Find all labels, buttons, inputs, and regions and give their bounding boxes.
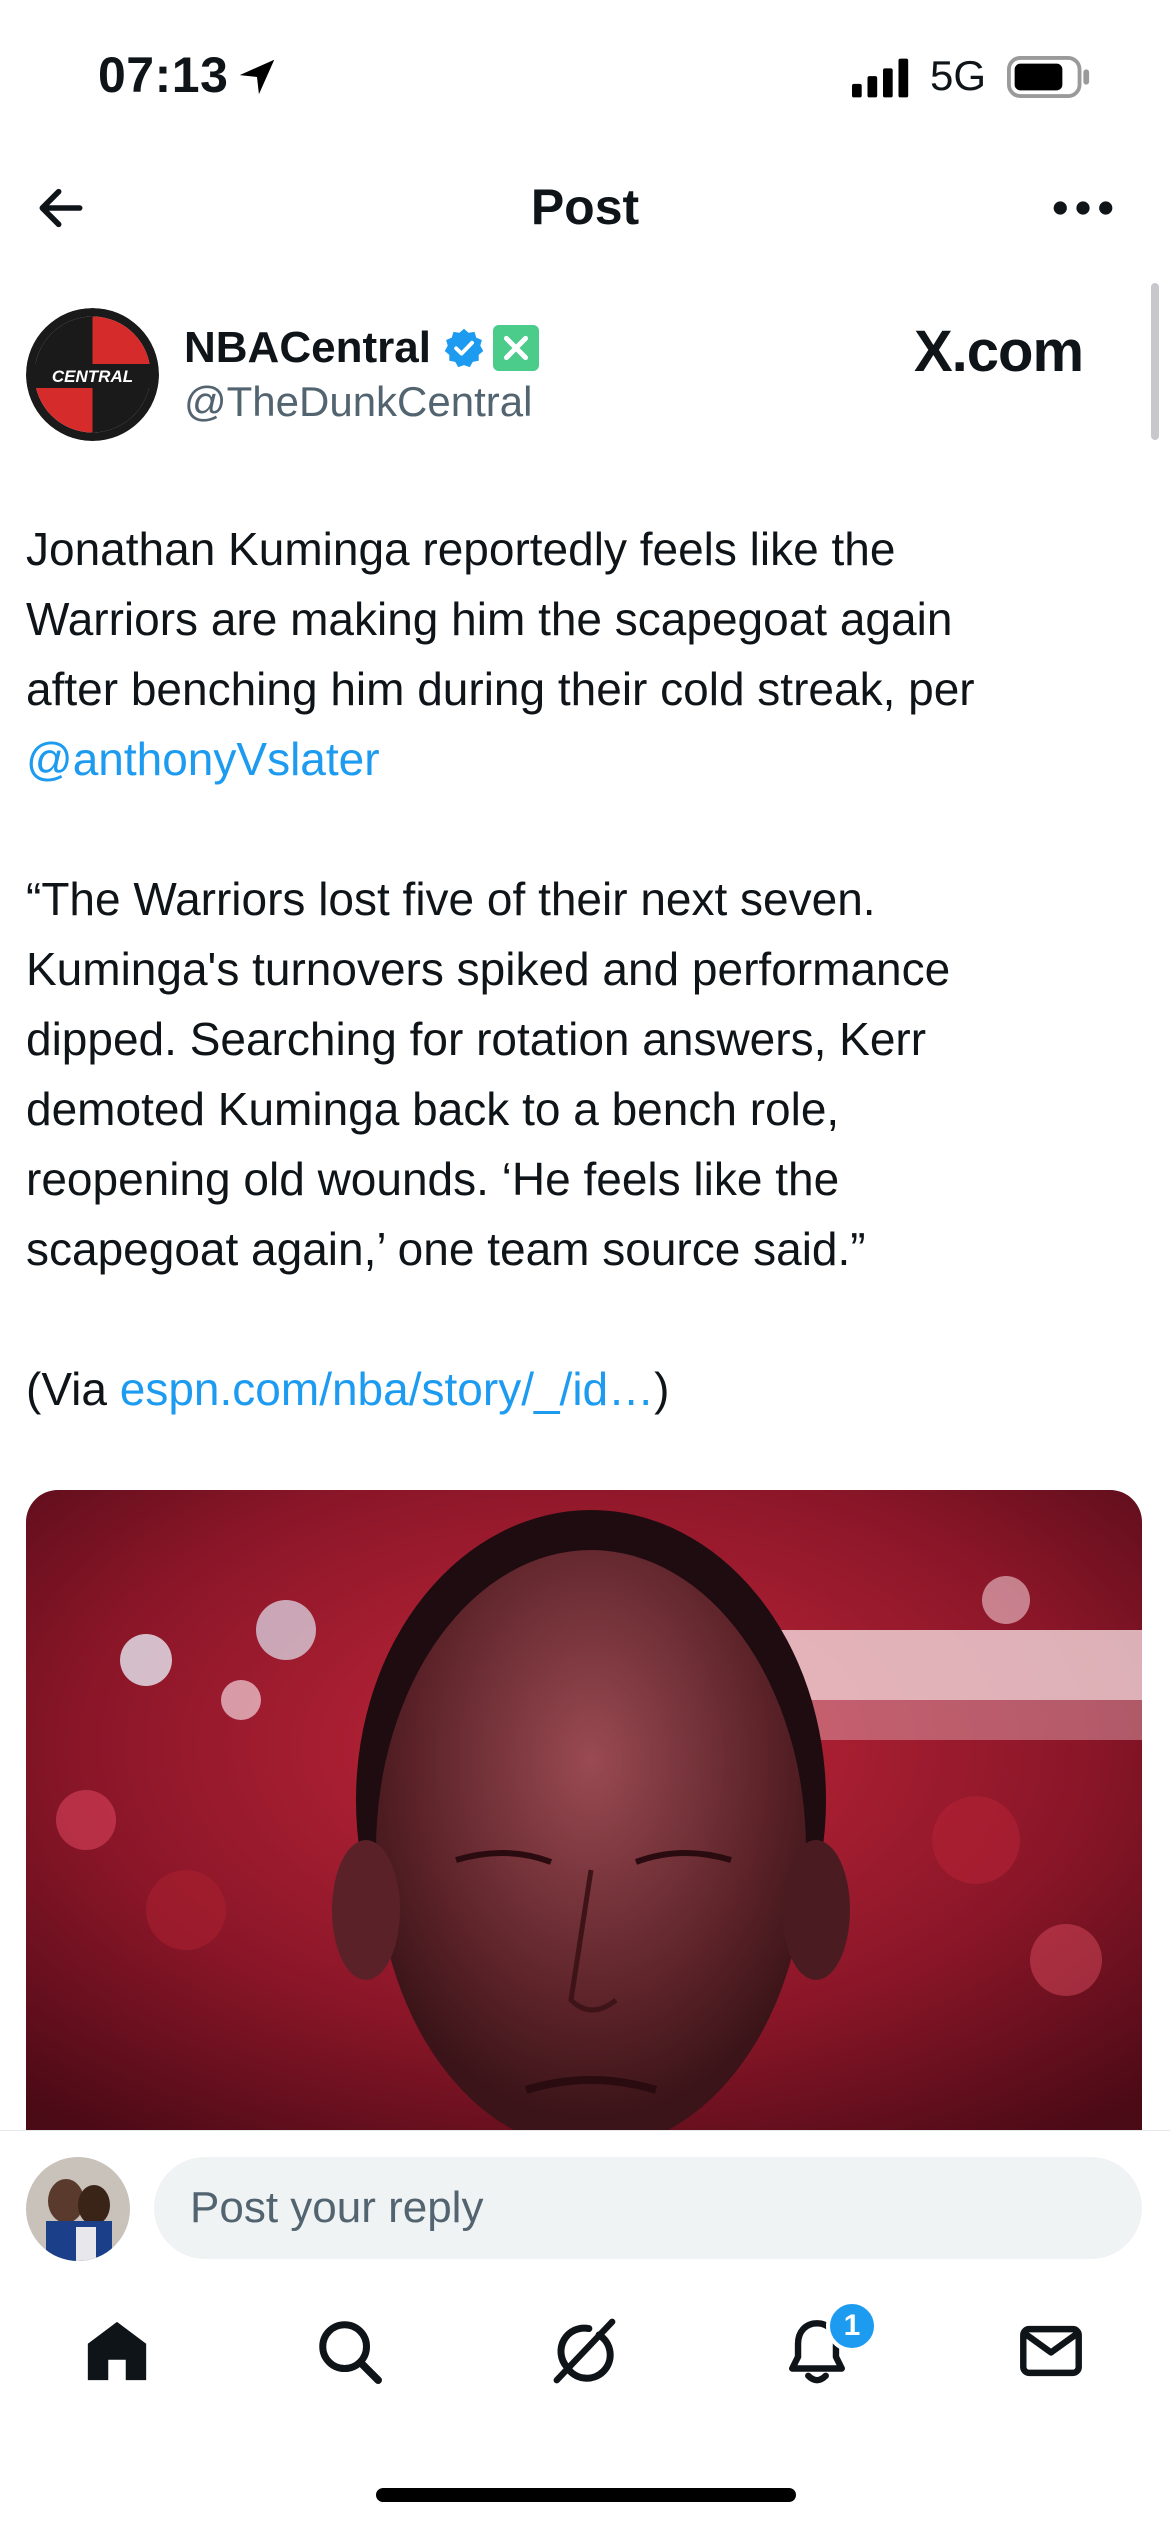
quote-line: dipped. Searching for rotation answers, … [26,1013,927,1065]
top-header: Post [0,150,1170,262]
via-suffix: ) [654,1363,670,1415]
post-line: Jonathan Kuminga reportedly feels like t… [26,523,896,575]
via-prefix: (Via [26,1363,120,1415]
quote-line: “The Warriors lost five of their next se… [26,873,876,925]
quote-line: demoted Kuminga back to a bench role, [26,1083,840,1135]
home-icon[interactable] [82,2316,152,2386]
quote-line: Kuminga's turnovers spiked and performan… [26,943,951,995]
scroll-indicator[interactable] [1151,283,1159,440]
post-text: Jonathan Kuminga reportedly feels like t… [26,514,1136,1424]
post-line: after benching him during their cold str… [26,663,975,715]
post-line: Warriors are making him the scapegoat ag… [26,593,953,645]
page-title: Post [530,179,640,235]
notification-count-badge: 1 [826,2300,878,2352]
user-avatar[interactable] [26,2157,130,2261]
author-avatar[interactable]: CENTRAL [26,308,159,441]
grok-icon[interactable] [548,2316,618,2386]
quote-line: reopening old wounds. ‘He feels like the [26,1153,840,1205]
author-handle[interactable]: @TheDunkCentral [184,378,532,426]
signal-icon [852,58,909,98]
status-time: 07:13 [98,47,229,103]
espn-link[interactable]: espn.com/nba/story/_/id… [120,1363,654,1415]
post-media-image[interactable] [26,1490,1142,2130]
via-line: (Via espn.com/nba/story/_/id…) [26,1354,1136,1424]
more-horizontal-icon[interactable] [1052,196,1114,220]
affiliate-badge-icon [492,325,539,371]
search-icon[interactable] [314,2316,384,2386]
author-name-row[interactable]: NBACentral [184,318,539,378]
battery-icon [1007,56,1090,98]
mention-link[interactable]: @anthonyVslater [26,733,380,785]
bottom-tab-bar: 1 [0,2270,1170,2440]
reply-input[interactable] [154,2157,1142,2259]
location-arrow-icon [239,59,275,95]
home-indicator[interactable] [376,2488,796,2502]
quote-line: scapegoat again,’ one team source said.” [26,1223,866,1275]
reply-bar [0,2130,1170,2270]
messages-icon[interactable] [1016,2316,1086,2386]
author-name[interactable]: NBACentral [184,323,431,373]
source-logo: X.com [914,319,1084,384]
verified-badge-icon [444,328,484,368]
network-label: 5G [930,52,987,99]
avatar-logo-text: CENTRAL [52,367,133,386]
status-bar: 07:13 5G [0,0,1170,150]
